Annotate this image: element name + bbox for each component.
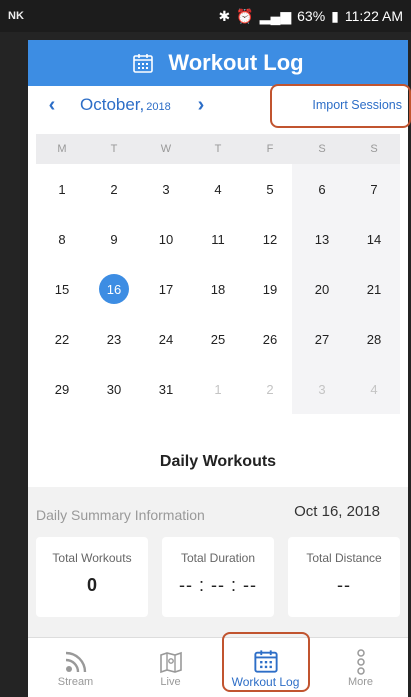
stat-label: Total Duration [180, 551, 256, 565]
weekday-label: S [318, 143, 326, 155]
weekday-label: F [266, 143, 274, 155]
calendar-day[interactable]: 19 [244, 264, 296, 314]
nav-more[interactable]: More [324, 648, 398, 688]
bluetooth-icon: ✱ [218, 7, 231, 24]
calendar-day[interactable]: 24 [140, 314, 192, 364]
daily-workouts-section: Daily Workouts Daily Summary Information… [28, 437, 408, 657]
calendar-day[interactable]: 16 [88, 264, 140, 314]
status-bar: NK ✱ ⏰ ▂▄▆ 63% ▮ 11:22 AM [0, 0, 411, 32]
calendar-day[interactable]: 9 [88, 214, 140, 264]
calendar-day[interactable]: 27 [296, 314, 348, 364]
calendar-day[interactable]: 11 [192, 214, 244, 264]
calendar-day[interactable]: 3 [296, 364, 348, 414]
map-icon [159, 651, 182, 673]
calendar-day[interactable]: 30 [88, 364, 140, 414]
rss-icon [65, 651, 86, 672]
stat-label: Total Distance [306, 551, 382, 565]
calendar-day[interactable]: 2 [244, 364, 296, 414]
calendar-header: ‹ October, 2018 › Import Sessions [28, 86, 408, 126]
nav-label: More [347, 675, 374, 688]
nav-label: Live [160, 675, 181, 688]
calendar-day[interactable]: 5 [244, 164, 296, 214]
calendar-day[interactable]: 6 [296, 164, 348, 214]
signal-icon: ▂▄▆ [259, 7, 292, 24]
calendar-day[interactable]: 14 [348, 214, 400, 264]
calendar-day[interactable]: 31 [140, 364, 192, 414]
nav-live[interactable]: Live [134, 648, 208, 688]
bottom-nav: Stream Live Workout Log More [28, 637, 408, 697]
calendar-day[interactable]: 23 [88, 314, 140, 364]
weekday-label: T [110, 143, 118, 155]
daily-workouts-title: Daily Workouts [159, 453, 277, 470]
calendar-day[interactable]: 4 [192, 164, 244, 214]
weekday-label: S [370, 143, 378, 155]
calendar-day[interactable]: 7 [348, 164, 400, 214]
calendar-day[interactable]: 10 [140, 214, 192, 264]
status-icons: ✱ ⏰ ▂▄▆ 63% ▮ 11:22 AM [219, 8, 404, 25]
weekday-label: M [57, 143, 67, 155]
page-title: Workout Log [168, 50, 304, 75]
nav-label: Workout Log [231, 674, 300, 689]
summary-date: Oct 16, 2018 [294, 503, 380, 520]
more-dots-icon [356, 648, 365, 675]
nav-label: Stream [57, 675, 94, 688]
calendar-day[interactable]: 25 [192, 314, 244, 364]
calendar-day[interactable]: 22 [36, 314, 88, 364]
calendar-day[interactable]: 3 [140, 164, 192, 214]
calendar-day[interactable]: 12 [244, 214, 296, 264]
calendar-card: ‹ October, 2018 › Import Sessions M T W T… [28, 86, 408, 461]
clock: 11:22 AM [344, 8, 403, 24]
calendar-day[interactable]: 29 [36, 364, 88, 414]
month-label: October, 2018 [80, 95, 171, 115]
app-header: Workout Log [28, 40, 408, 86]
alarm-icon: ⏰ [236, 7, 254, 24]
weekday-label: W [160, 143, 172, 155]
calendar-day[interactable]: 15 [36, 264, 88, 314]
calendar-icon [133, 54, 154, 73]
calendar-day[interactable]: 20 [296, 264, 348, 314]
battery-percent: 63% [297, 8, 326, 24]
prev-month-button[interactable]: ‹ [42, 94, 62, 117]
calendar-day[interactable]: 1 [36, 164, 88, 214]
stat-total-workouts: Total Workouts 0 [36, 537, 148, 617]
stat-total-distance: Total Distance -- [288, 537, 400, 617]
selected-day: 16 [99, 274, 129, 304]
calendar-day[interactable]: 4 [348, 364, 400, 414]
calendar-day[interactable]: 2 [88, 164, 140, 214]
calendar-day[interactable]: 28 [348, 314, 400, 364]
calendar-day[interactable]: 18 [192, 264, 244, 314]
stat-value: 0 [86, 575, 97, 595]
summary-label: Daily Summary Information [36, 507, 205, 523]
calendar-days-grid: 1 2 3 4 5 6 7 8 9 10 11 12 13 14 15 16 17 18 19 20 21 22 23 24 2… [36, 164, 400, 414]
carrier-logo: NK [8, 10, 24, 22]
nav-stream[interactable]: Stream [39, 648, 113, 688]
calendar-day[interactable]: 1 [192, 364, 244, 414]
import-sessions-link[interactable]: Import Sessions [312, 98, 402, 112]
stat-total-duration: Total Duration -- : -- : -- [162, 537, 274, 617]
calendar-day[interactable]: 21 [348, 264, 400, 314]
daily-workouts-header: Daily Workouts [28, 437, 408, 487]
battery-icon: ▮ [331, 7, 339, 24]
month-name: October, [80, 95, 145, 114]
weekday-header: M T W T F S S [36, 134, 400, 164]
month-year: 2018 [146, 101, 171, 113]
stat-value: -- : -- : -- [179, 575, 257, 595]
calendar-day[interactable]: 13 [296, 214, 348, 264]
weekday-label: T [214, 143, 222, 155]
next-month-button[interactable]: › [191, 94, 211, 117]
stat-label: Total Workouts [52, 551, 132, 565]
calendar-icon [253, 649, 278, 673]
stat-value: -- [337, 575, 351, 595]
app-screen: Workout Log ‹ October, 2018 › Import Sess… [28, 40, 408, 697]
nav-workout-log[interactable]: Workout Log [229, 647, 303, 689]
calendar-day[interactable]: 17 [140, 264, 192, 314]
calendar-day[interactable]: 26 [244, 314, 296, 364]
calendar-day[interactable]: 8 [36, 214, 88, 264]
